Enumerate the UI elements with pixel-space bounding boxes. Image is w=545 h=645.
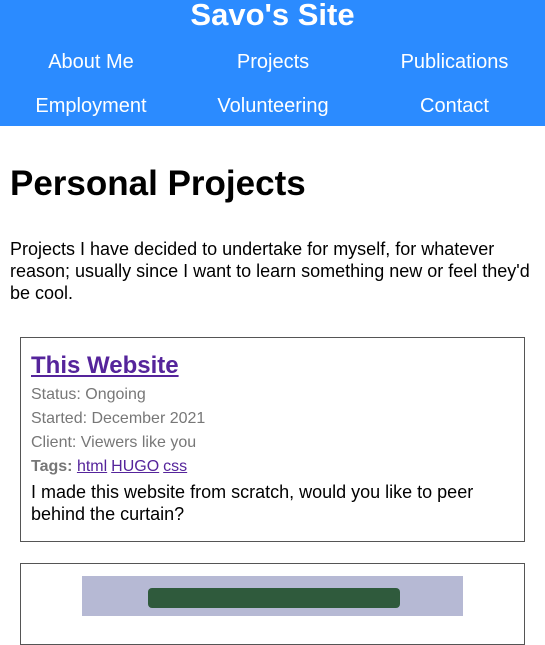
project-title-link[interactable]: This Website bbox=[31, 351, 179, 381]
main-nav: About Me Projects Publications Employmen… bbox=[0, 40, 545, 128]
page-title: Personal Projects bbox=[10, 164, 306, 203]
project-status: Status: Ongoing bbox=[31, 386, 146, 403]
project-card: This Website Status: Ongoing Started: De… bbox=[20, 337, 525, 542]
main-content: Personal Projects Projects I have decide… bbox=[0, 164, 545, 304]
project-tags: Tags: html HUGO css bbox=[31, 455, 514, 479]
tag-link[interactable]: HUGO bbox=[111, 458, 159, 475]
thumbnail-graphic bbox=[148, 588, 400, 608]
project-thumbnail[interactable] bbox=[82, 576, 463, 616]
nav-about-me[interactable]: About Me bbox=[0, 40, 182, 84]
site-title[interactable]: Savo's Site bbox=[0, 0, 545, 35]
nav-volunteering[interactable]: Volunteering bbox=[182, 84, 364, 128]
nav-projects[interactable]: Projects bbox=[182, 40, 364, 84]
page-intro: Projects I have decided to undertake for… bbox=[10, 239, 530, 303]
project-client: Client: Viewers like you bbox=[31, 434, 197, 451]
project-started: Started: December 2021 bbox=[31, 410, 206, 427]
nav-employment[interactable]: Employment bbox=[0, 84, 182, 128]
tags-label: Tags: bbox=[31, 458, 73, 475]
tag-link[interactable]: css bbox=[163, 458, 187, 475]
site-header: Savo's Site About Me Projects Publicatio… bbox=[0, 0, 545, 126]
project-description: I made this website from scratch, would … bbox=[31, 482, 474, 524]
tag-link[interactable]: html bbox=[77, 458, 107, 475]
project-card bbox=[20, 563, 525, 645]
nav-publications[interactable]: Publications bbox=[364, 40, 545, 84]
nav-contact[interactable]: Contact bbox=[364, 84, 545, 128]
